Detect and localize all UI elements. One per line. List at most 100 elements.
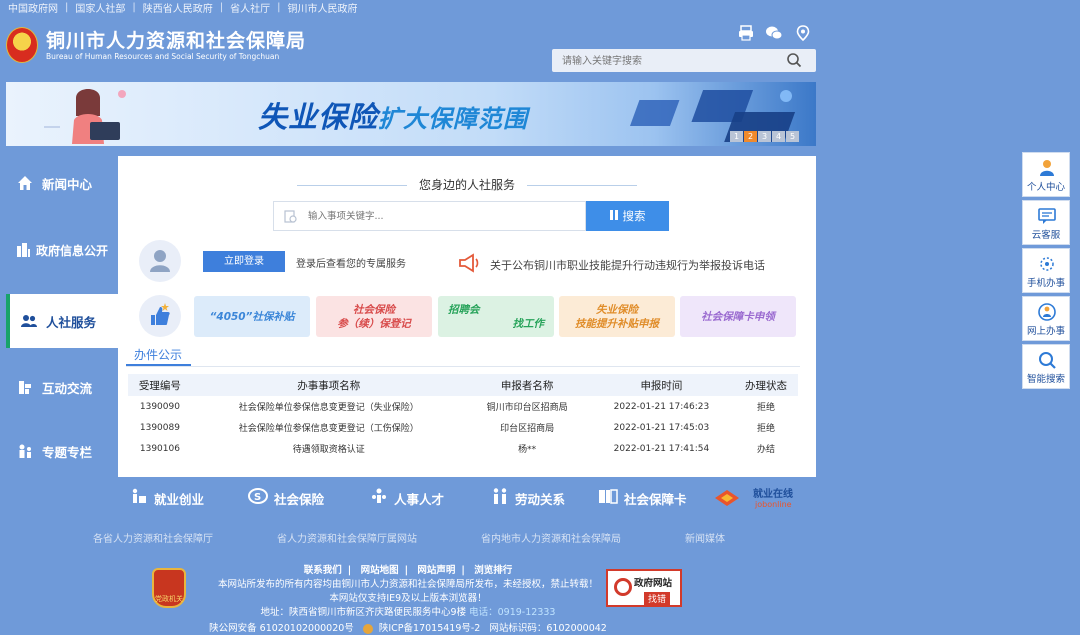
user-center-icon	[1037, 158, 1057, 178]
category-label: 人事人才	[394, 491, 445, 507]
top-link[interactable]: 国家人社部	[75, 0, 125, 15]
online-service-icon	[1037, 302, 1057, 322]
notice-text: 关于公布铜川市职业技能提升行动违规行为举报投诉电话	[490, 258, 765, 272]
svg-text:S: S	[254, 492, 261, 503]
tab-public-notice[interactable]: 办件公示	[134, 346, 182, 365]
top-link[interactable]: 铜川市人民政府	[288, 0, 358, 15]
hr-service-panel: 您身边的人社服务 搜索 立即登录 登录后查看您的专属服务 关于公布铜川市职业技能…	[118, 156, 816, 477]
table-row[interactable]: 1390089 社会保险单位参保信息变更登记（工伤保险） 印台区招商局 2022…	[128, 417, 798, 438]
footer-link[interactable]: 联系我们	[304, 565, 342, 576]
rightbar-personal-center[interactable]: 个人中心	[1022, 152, 1070, 197]
job-icon	[130, 487, 148, 509]
search-icon[interactable]	[786, 52, 802, 68]
banner-page-2[interactable]: 2	[744, 131, 757, 142]
megaphone-icon	[458, 252, 482, 277]
rightbar-online-service[interactable]: 网上办事	[1022, 296, 1070, 341]
tile-social-security-card[interactable]: 社会保障卡申领	[680, 296, 796, 337]
tile-unemployment-skill-subsidy[interactable]: 失业保险 技能提升补贴申报	[559, 296, 675, 337]
national-emblem-logo	[6, 27, 38, 63]
table-row[interactable]: 1390090 社会保险单位参保信息变更登记（失业保险） 铜川市印台区招商局 2…	[128, 396, 798, 417]
site-search-input[interactable]	[552, 50, 772, 73]
footer-link[interactable]: 网站地图	[361, 565, 399, 576]
nav-item-news[interactable]: 新闻中心	[6, 156, 118, 210]
rightbar-label: 云客服	[1031, 230, 1061, 241]
nav-item-label: 互动交流	[42, 380, 93, 396]
category-navigation: 就业创业 S 社会保险 人事人才 劳动关系 社会保障卡	[0, 484, 816, 510]
link-group-province-sites[interactable]: 省人力资源和社会保障厅属网站	[277, 530, 417, 545]
rightbar-mobile-service[interactable]: 手机办事	[1022, 248, 1070, 293]
public-notice-table: 受理编号 办事事项名称 申报者名称 申报时间 办理状态 1390090 社会保险…	[128, 374, 798, 459]
footer-links: 联系我们 | 网站地图 | 网站声明 | 浏览排行	[0, 562, 816, 576]
tile-label: 社会保障卡申领	[701, 310, 775, 323]
nav-item-label: 专题专栏	[42, 444, 93, 460]
banner-page-5[interactable]: 5	[786, 131, 799, 142]
printer-icon[interactable]	[737, 24, 755, 42]
banner-page-1[interactable]: 1	[730, 131, 743, 142]
nav-item-hr-service[interactable]: 人社服务	[6, 294, 118, 348]
category-label: 劳动关系	[515, 491, 566, 507]
table-header-row: 受理编号 办事事项名称 申报者名称 申报时间 办理状态	[128, 374, 798, 396]
talent-icon	[370, 487, 388, 509]
top-link[interactable]: 省人社厅	[230, 0, 270, 15]
category-employment[interactable]: 就业创业	[130, 487, 204, 509]
separator: |	[404, 565, 409, 576]
tile-label-line2: 参（续）保登记	[337, 317, 411, 330]
nav-item-topics[interactable]: 专题专栏	[6, 424, 118, 478]
job-online-logo[interactable]: 就业在线 jobonline	[713, 486, 805, 510]
notice[interactable]: 关于公布铜川市职业技能提升行动违规行为举报投诉电话	[458, 252, 765, 277]
top-link[interactable]: 中国政府网	[8, 0, 58, 15]
tile-social-insurance-registration[interactable]: 社会保险 参（续）保登记	[316, 296, 432, 337]
category-talent[interactable]: 人事人才	[370, 487, 444, 509]
tile-label: “4050”社保补贴	[209, 310, 295, 323]
home-icon	[16, 174, 34, 192]
category-label: 就业创业	[154, 491, 205, 507]
tile-4050-subsidy[interactable]: “4050”社保补贴	[194, 296, 310, 337]
banner-page-4[interactable]: 4	[772, 131, 785, 142]
table-cell: 铜川市印台区招商局	[486, 403, 568, 413]
rightbar-customer-service[interactable]: 云客服	[1022, 200, 1070, 245]
banner-title: 失业保险扩大保障范围	[258, 94, 528, 136]
footer-police-record[interactable]: 陕公网安备 61020102000020号	[209, 623, 354, 634]
tile-label-line2: 找工作	[512, 317, 545, 330]
table-cell: 1390089	[139, 422, 180, 433]
table-row[interactable]: 1390106 待遇领取资格认证 杨** 2022-01-21 17:41:54…	[128, 438, 798, 459]
gov-site-error-report[interactable]: 政府网站 找错	[606, 569, 682, 607]
column-header: 办事事项名称	[191, 374, 466, 396]
rightbar-label: 个人中心	[1026, 182, 1065, 193]
thumbs-up-icon	[139, 295, 181, 337]
search-icon	[1037, 350, 1057, 370]
footer-registration: 陕公网安备 61020102000020号 陕ICP备17015419号-2 网…	[0, 620, 816, 634]
separator: |	[132, 1, 136, 13]
nav-item-gov-info[interactable]: 政府信息公开	[6, 223, 118, 277]
site-title[interactable]: 铜川市人力资源和社会保障局	[46, 26, 306, 53]
tile-label-line2: 技能提升补贴申报	[575, 317, 659, 330]
table-cell: 2022-01-21 17:41:54	[613, 443, 710, 454]
login-button[interactable]: 立即登录	[203, 251, 285, 272]
footer-icp-record[interactable]: 陕ICP备17015419号-2	[379, 623, 481, 634]
banner-carousel[interactable]: 失业保险扩大保障范围	[6, 82, 816, 146]
divider	[296, 185, 407, 186]
separator: |	[461, 565, 465, 576]
wechat-icon[interactable]	[765, 24, 783, 42]
link-group-provinces[interactable]: 各省人力资源和社会保障厅	[93, 530, 213, 545]
footer-tel: 电话：0919-12333	[469, 607, 556, 618]
location-icon[interactable]	[794, 24, 812, 42]
link-group-media[interactable]: 新闻媒体	[685, 530, 725, 545]
building-icon	[14, 241, 32, 259]
rightbar-smart-search[interactable]: 智能搜索	[1022, 344, 1070, 389]
service-search-input[interactable]	[274, 202, 554, 230]
link-group-city-bureaus[interactable]: 省内地市人力资源和社会保障局	[481, 530, 621, 545]
footer-browser-note: 本网站仅支持IE9及以上版本浏览器！	[329, 593, 487, 604]
service-search-button[interactable]: 搜索	[586, 201, 669, 231]
category-labor-relations[interactable]: 劳动关系	[491, 487, 565, 509]
footer-link[interactable]: 浏览排行	[474, 565, 512, 576]
footer-link[interactable]: 网站声明	[417, 565, 455, 576]
category-social-security-card[interactable]: 社会保障卡	[598, 487, 687, 509]
nav-item-interaction[interactable]: 互动交流	[6, 360, 118, 414]
banner-page-3[interactable]: 3	[758, 131, 771, 142]
top-link[interactable]: 陕西省人民政府	[143, 0, 213, 15]
service-search-button-label: 搜索	[622, 211, 646, 223]
category-social-insurance[interactable]: S 社会保险	[248, 487, 324, 509]
column-header: 受理编号	[128, 374, 192, 396]
tile-job-fair[interactable]: 招聘会 找工作	[438, 296, 554, 337]
